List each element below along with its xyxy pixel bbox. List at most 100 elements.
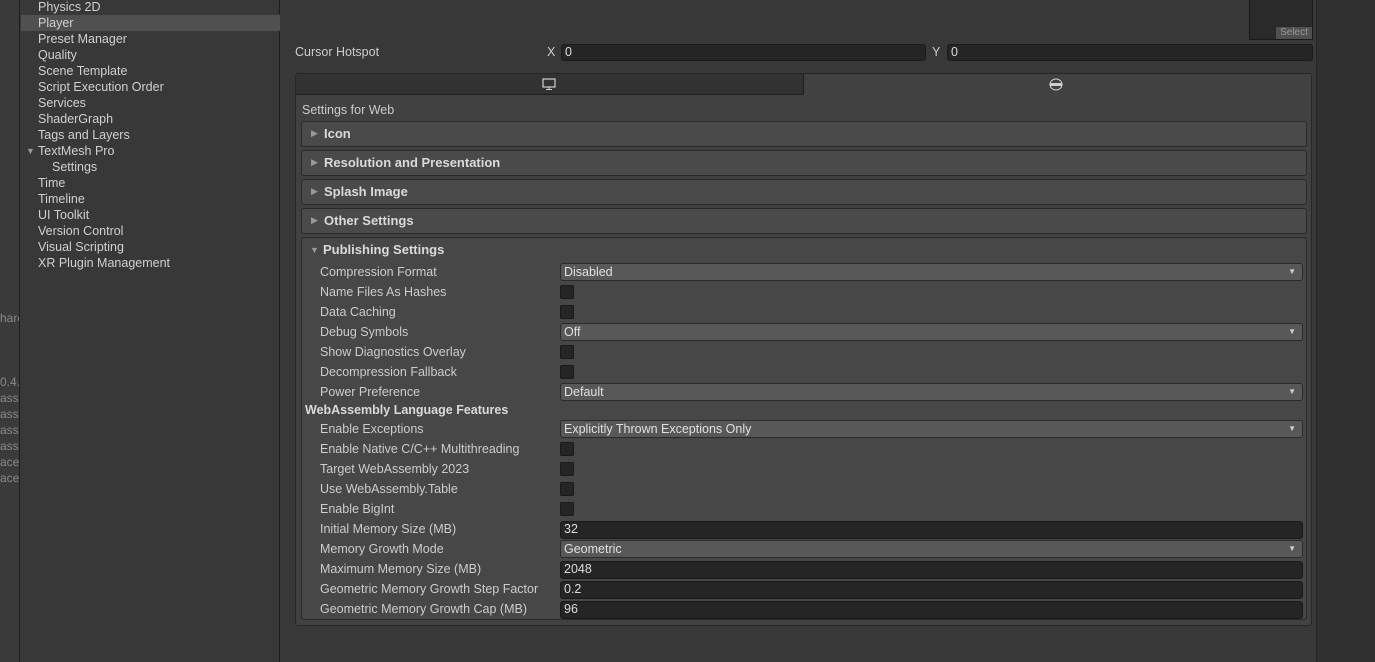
setting-label: Enable Exceptions (320, 422, 424, 436)
setting-label: Enable BigInt (320, 502, 395, 516)
foldout-icon[interactable]: ▶ Icon (301, 121, 1307, 147)
sidebar-item[interactable]: UI Toolkit (21, 207, 280, 223)
setting-checkbox[interactable] (560, 365, 574, 379)
setting-dropdown[interactable]: Default ▼ (560, 383, 1303, 401)
texture-select-button[interactable]: Select (1276, 27, 1312, 39)
sidebar-item[interactable]: Quality (21, 47, 280, 63)
sidebar-item[interactable]: Settings (21, 159, 280, 175)
chevron-down-icon: ▼ (1288, 327, 1296, 336)
setting-input[interactable]: 0.2 (560, 581, 1303, 599)
hotspot-y-label[interactable]: Y (932, 44, 940, 60)
dropdown-value: Off (564, 325, 581, 339)
sidebar-item[interactable]: Scene Template (21, 63, 280, 79)
setting-label: Decompression Fallback (320, 365, 457, 379)
sidebar-item-label: Time (38, 176, 66, 190)
foldout-collapsed-icon: ▶ (311, 215, 318, 225)
sidebar-item-label: Services (38, 96, 86, 110)
sidebar-item-label: Script Execution Order (38, 80, 164, 94)
sidebar-item-label: ShaderGraph (38, 112, 114, 126)
foldout-collapsed-icon: ▶ (311, 157, 318, 167)
foldout-title: Other Settings (324, 213, 414, 228)
foldout-title: Icon (324, 126, 351, 141)
sidebar-item[interactable]: ShaderGraph (21, 111, 280, 127)
hotspot-x-input[interactable]: 0 (561, 44, 926, 61)
sidebar-item-label: TextMesh Pro (38, 144, 115, 158)
cursor-hotspot-label: Cursor Hotspot (295, 45, 380, 59)
sidebar-item[interactable]: Services (21, 95, 280, 111)
foldout-expanded-icon: ▼ (310, 245, 319, 255)
settings-for-web-title: Settings for Web (302, 103, 395, 117)
sidebar-item[interactable]: Visual Scripting (21, 239, 280, 255)
setting-label: Power Preference (320, 385, 421, 399)
left-strip-text: ass (0, 439, 19, 453)
setting-dropdown[interactable]: Disabled ▼ (560, 263, 1303, 281)
sidebar-item[interactable]: Script Execution Order (21, 79, 280, 95)
wasm-features-header: WebAssembly Language Features (305, 403, 509, 417)
setting-label: Target WebAssembly 2023 (320, 462, 470, 476)
setting-input[interactable]: 2048 (560, 561, 1303, 579)
left-strip-text: hare (0, 311, 19, 325)
setting-checkbox[interactable] (560, 345, 574, 359)
setting-checkbox[interactable] (560, 502, 574, 516)
foldout-title: Splash Image (324, 184, 408, 199)
sidebar-item[interactable]: Timeline (21, 191, 280, 207)
setting-label: Enable Native C/C++ Multithreading (320, 442, 520, 456)
left-strip-text: ace (0, 455, 20, 469)
left-strip-text: ass (0, 391, 19, 405)
chevron-down-icon: ▼ (1288, 544, 1296, 553)
sidebar-item[interactable]: XR Plugin Management (21, 255, 280, 271)
setting-checkbox[interactable] (560, 285, 574, 299)
sidebar-item-label: Player (38, 16, 74, 30)
chevron-down-icon: ▼ (1288, 267, 1296, 276)
setting-label: Geometric Memory Growth Step Factor (320, 582, 539, 596)
sidebar-item[interactable]: Tags and Layers (21, 127, 280, 143)
setting-dropdown[interactable]: Explicitly Thrown Exceptions Only ▼ (560, 420, 1303, 438)
setting-checkbox[interactable] (560, 442, 574, 456)
left-strip-text: ass (0, 407, 19, 421)
sidebar-item-label: Tags and Layers (38, 128, 130, 142)
setting-checkbox[interactable] (560, 305, 574, 319)
dropdown-value: Explicitly Thrown Exceptions Only (564, 422, 752, 436)
publishing-settings-title: Publishing Settings (323, 242, 445, 257)
left-panel-strip: hare 0.4. ass ass ass ass ace ace (0, 0, 20, 662)
foldout-collapsed-icon: ▶ (311, 186, 318, 196)
sidebar-item-label: Timeline (38, 192, 85, 206)
sidebar-item[interactable]: Player (21, 15, 280, 31)
sidebar-item[interactable]: Preset Manager (21, 31, 280, 47)
setting-label: Debug Symbols (320, 325, 409, 339)
setting-label: Compression Format (320, 265, 437, 279)
sidebar-item-label: Settings (52, 160, 98, 174)
setting-label: Memory Growth Mode (320, 542, 444, 556)
setting-input[interactable]: 32 (560, 521, 1303, 539)
setting-dropdown[interactable]: Off ▼ (560, 323, 1303, 341)
tab-standalone[interactable] (296, 74, 804, 95)
left-strip-text: ace (0, 471, 20, 485)
foldout-splash-image[interactable]: ▶ Splash Image (301, 179, 1307, 205)
sidebar-item[interactable]: Version Control (21, 223, 280, 239)
foldout-collapsed-icon: ▶ (311, 128, 318, 138)
texture-preview[interactable]: Select (1249, 0, 1313, 40)
tab-web[interactable] (804, 74, 1311, 95)
hotspot-y-input[interactable]: 0 (947, 44, 1313, 61)
sidebar-item-label: Visual Scripting (38, 240, 124, 254)
sidebar-item-label: Quality (38, 48, 77, 62)
foldout-resolution-and-presentation[interactable]: ▶ Resolution and Presentation (301, 150, 1307, 176)
publishing-settings-foldout[interactable]: ▼ Publishing Settings (301, 237, 701, 263)
setting-checkbox[interactable] (560, 482, 574, 496)
chevron-down-icon: ▼ (1288, 387, 1296, 396)
settings-sidebar: Physics 2D Player Preset Manager Quality Sce… (21, 0, 280, 662)
hotspot-x-label[interactable]: X (547, 44, 555, 60)
setting-label: Maximum Memory Size (MB) (320, 562, 482, 576)
sidebar-item[interactable]: Physics 2D (21, 0, 280, 15)
setting-label: Initial Memory Size (MB) (320, 522, 457, 536)
setting-checkbox[interactable] (560, 462, 574, 476)
foldout-other-settings[interactable]: ▶ Other Settings (301, 208, 1307, 234)
sidebar-item-label: Version Control (38, 224, 124, 238)
sidebar-item-label: Preset Manager (38, 32, 127, 46)
web-icon (1049, 78, 1063, 91)
sidebar-item[interactable]: Time (21, 175, 280, 191)
sidebar-item[interactable]: ▼ TextMesh Pro (21, 143, 280, 159)
setting-input[interactable]: 96 (560, 601, 1303, 619)
expanded-arrow-icon[interactable]: ▼ (26, 143, 35, 159)
setting-dropdown[interactable]: Geometric ▼ (560, 540, 1303, 558)
